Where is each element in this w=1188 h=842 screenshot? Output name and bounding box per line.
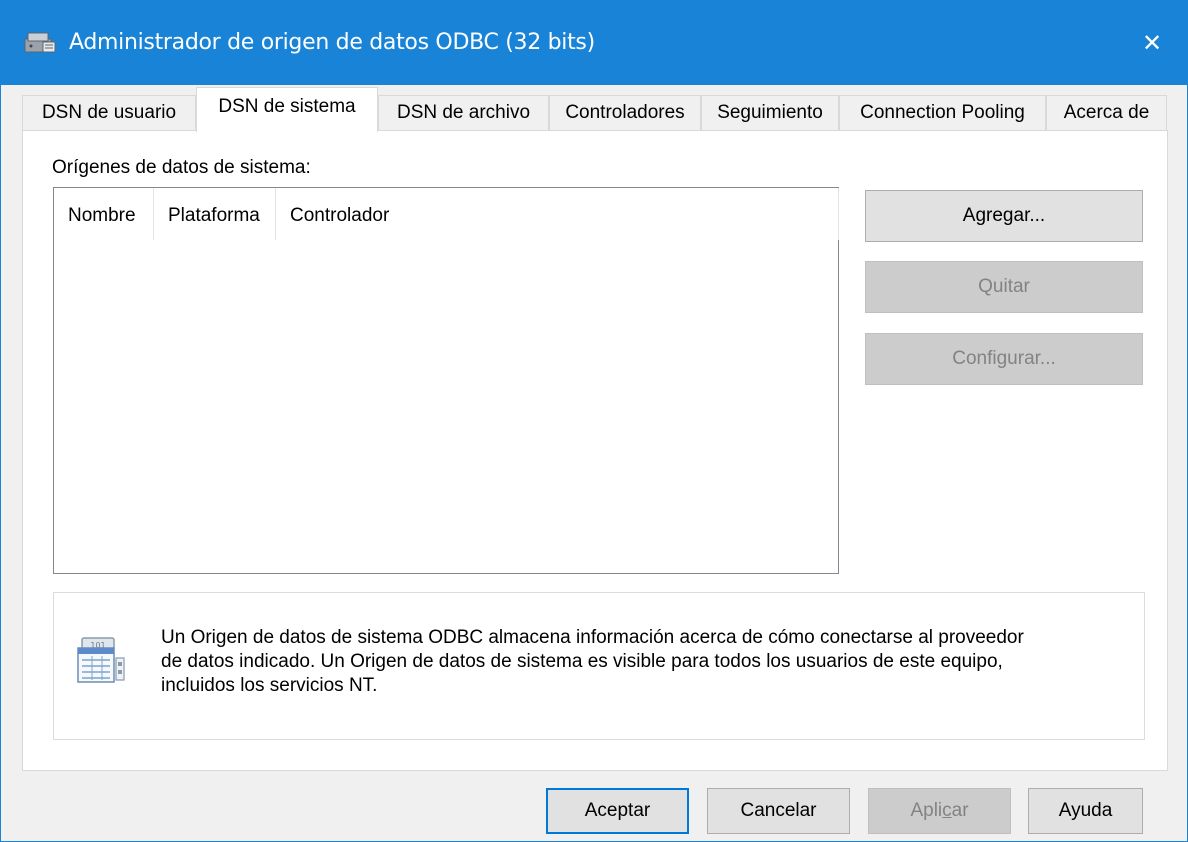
apply-label-prefix: Apli xyxy=(910,800,943,821)
ok-button[interactable]: Aceptar xyxy=(546,788,689,834)
tab-acerca-de[interactable]: Acerca de xyxy=(1046,95,1167,131)
tab-dsn-sistema[interactable]: DSN de sistema xyxy=(196,87,378,132)
column-header-plataforma[interactable]: Plataforma xyxy=(154,188,276,240)
system-dsn-label: Orígenes de datos de sistema: xyxy=(52,157,311,178)
column-header-nombre[interactable]: Nombre xyxy=(54,188,154,240)
apply-label-mnemonic: c xyxy=(942,800,952,821)
apply-button[interactable]: Apli c ar xyxy=(868,788,1011,834)
close-button[interactable]: ✕ xyxy=(1117,1,1187,85)
cancel-button[interactable]: Cancelar xyxy=(707,788,850,834)
tab-controladores[interactable]: Controladores xyxy=(549,95,701,131)
data-source-icon: 101 xyxy=(77,637,125,683)
info-description: Un Origen de datos de sistema ODBC almac… xyxy=(161,626,1131,698)
tab-dsn-usuario[interactable]: DSN de usuario xyxy=(22,95,196,131)
tab-dsn-archivo[interactable]: DSN de archivo xyxy=(378,95,549,131)
window-title: Administrador de origen de datos ODBC (3… xyxy=(69,30,595,55)
tab-connection-pooling[interactable]: Connection Pooling xyxy=(839,95,1046,131)
apply-label-suffix: ar xyxy=(951,800,969,821)
close-icon: ✕ xyxy=(1141,29,1163,57)
tab-seguimiento[interactable]: Seguimiento xyxy=(701,95,839,131)
info-line-3: incluidos los servicios NT. xyxy=(161,675,378,696)
remove-button[interactable]: Quitar xyxy=(865,261,1143,313)
odbc-dialog-window: Administrador de origen de datos ODBC (3… xyxy=(0,0,1188,842)
title-bar[interactable]: Administrador de origen de datos ODBC (3… xyxy=(1,1,1187,85)
help-button[interactable]: Ayuda xyxy=(1028,788,1143,834)
list-header: Nombre Plataforma Controlador xyxy=(54,188,839,240)
configure-button[interactable]: Configurar... xyxy=(865,333,1143,385)
column-header-controlador[interactable]: Controlador xyxy=(276,188,839,240)
odbc-app-icon xyxy=(24,32,56,53)
info-line-2: de datos indicado. Un Origen de datos de… xyxy=(161,651,1003,672)
system-dsn-list[interactable]: Nombre Plataforma Controlador xyxy=(53,187,839,574)
info-line-1: Un Origen de datos de sistema ODBC almac… xyxy=(161,627,1024,648)
info-panel: 101 Un Origen de datos de sistema ODBC a… xyxy=(53,592,1145,740)
add-button[interactable]: Agregar... xyxy=(865,190,1143,242)
